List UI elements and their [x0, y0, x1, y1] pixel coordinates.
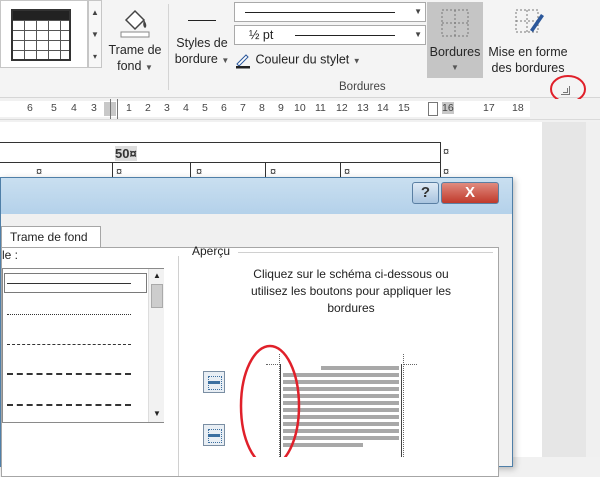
- ruler-label: 1: [126, 102, 132, 114]
- top-border-button[interactable]: [203, 371, 225, 393]
- gallery-more-icon[interactable]: ▾: [93, 52, 97, 61]
- borders-button[interactable]: Bordures ▼: [427, 2, 483, 78]
- tab-shading[interactable]: Trame de fond: [1, 226, 101, 248]
- gallery-scrollbar[interactable]: ▲ ▼ ▾: [88, 0, 102, 68]
- end-of-row-mark: ¤: [443, 146, 450, 158]
- table-style-preview[interactable]: [11, 9, 71, 61]
- table-border-top: [0, 142, 440, 143]
- preview-guide: [403, 354, 404, 457]
- border-style-line-icon: [188, 20, 216, 21]
- chevron-down-icon: ▼: [451, 63, 459, 72]
- style-dash-dot[interactable]: [7, 404, 131, 406]
- style-dotted[interactable]: [7, 314, 131, 315]
- horizontal-ruler[interactable]: 6 5 4 3 1 2 3 4 5 6 7 8 9 10 11 12 13 14…: [0, 99, 600, 120]
- ruler-label: 10: [294, 102, 306, 114]
- line-style-combo[interactable]: ▼: [234, 2, 426, 22]
- chevron-down-icon: ▼: [352, 56, 361, 66]
- instruction-line2: utilisez les boutons pour appliquer les: [250, 284, 452, 298]
- borders-label: Bordures: [429, 45, 481, 59]
- scroll-up-icon[interactable]: ▲: [153, 271, 161, 280]
- ruler-label: 2: [145, 102, 151, 114]
- ruler-label: 3: [164, 102, 170, 114]
- scroll-down-icon[interactable]: ▼: [153, 409, 161, 418]
- ruler-label: 9: [278, 102, 284, 114]
- painter-label-line1: Mise en forme: [488, 45, 568, 59]
- panel-divider: [178, 256, 179, 476]
- shading-button[interactable]: Trame de fond ▼: [106, 4, 164, 76]
- right-indent-icon[interactable]: [428, 102, 438, 116]
- border-styles-label-line1: Styles de: [176, 36, 228, 50]
- pen-weight-combo[interactable]: ½ pt ▼: [234, 25, 426, 45]
- style-dashed-small[interactable]: [7, 344, 131, 345]
- ruler-label: 12: [336, 102, 348, 114]
- close-button[interactable]: X: [441, 182, 499, 204]
- preview-text-line: [321, 366, 399, 370]
- ruler-label: 3: [91, 102, 97, 114]
- help-button[interactable]: ?: [412, 182, 439, 204]
- ruler-label: 13: [357, 102, 369, 114]
- preview-label: Aperçu: [192, 244, 231, 258]
- scroll-down-icon[interactable]: ▼: [91, 30, 99, 39]
- ruler-label: 15: [398, 102, 410, 114]
- ruler-label: 6: [221, 102, 227, 114]
- ruler-label: 11: [315, 102, 326, 114]
- annotation-ellipse-icon: [239, 344, 301, 457]
- ribbon: ▲ ▼ ▾ Trame de fond ▼ Styles de bordure …: [0, 0, 600, 103]
- table-styles-gallery[interactable]: [0, 0, 88, 68]
- table-border-row: [0, 162, 440, 163]
- instruction-line1: Cliquez sur le schéma ci-dessous ou: [253, 267, 449, 281]
- chevron-down-icon: ▼: [221, 56, 230, 65]
- borders-group-label: Bordures: [339, 81, 386, 93]
- scroll-up-icon[interactable]: ▲: [91, 8, 99, 17]
- preview-divider: [238, 252, 493, 253]
- pen-weight-value: ½ pt: [249, 28, 274, 42]
- style-dashed[interactable]: [7, 373, 131, 375]
- listbox-scrollbar[interactable]: ▲ ▼: [148, 269, 164, 422]
- chevron-down-icon: ▼: [144, 63, 153, 72]
- ruler-label: 6: [27, 102, 33, 114]
- preview-guide: [403, 364, 417, 365]
- paint-bucket-icon: [120, 9, 150, 38]
- borders-icon: [441, 9, 469, 37]
- group-separator: [168, 4, 169, 90]
- ruler-label: 18: [512, 102, 524, 114]
- pen-color-button[interactable]: Couleur du stylet ▼: [234, 51, 361, 71]
- table-border-right: [440, 142, 441, 182]
- shading-label-line2: fond: [117, 59, 142, 73]
- instruction-line3: bordures: [327, 301, 375, 315]
- ruler-label: 17: [483, 102, 495, 114]
- chevron-down-icon[interactable]: ▼: [414, 7, 422, 16]
- border-painter-icon: [515, 9, 544, 33]
- chevron-down-icon[interactable]: ▼: [414, 30, 422, 39]
- ruler-label: 5: [51, 102, 57, 114]
- line-style-sample: [245, 12, 395, 13]
- ruler-label: 8: [259, 102, 265, 114]
- ruler-label: 14: [377, 102, 389, 114]
- preview-instructions: Cliquez sur le schéma ci-dessous ou util…: [216, 266, 486, 317]
- table-cell-value[interactable]: 50¤: [115, 146, 137, 161]
- hanging-indent-icon[interactable]: [110, 99, 118, 119]
- style-solid[interactable]: [7, 283, 131, 284]
- pen-icon: [236, 54, 250, 69]
- ruler-label: 16: [442, 102, 454, 114]
- pen-weight-sample: [295, 35, 395, 36]
- border-painter-button[interactable]: Mise en forme des bordures: [484, 4, 572, 76]
- pen-color-label: Couleur du stylet: [255, 52, 350, 67]
- tab-shading-label: Trame de fond: [10, 230, 88, 244]
- ruler-label: 5: [202, 102, 208, 114]
- dialog-title-bar[interactable]: ? X: [1, 178, 512, 214]
- shading-label-line1: Trame de: [108, 43, 162, 57]
- ruler-label: 4: [71, 102, 77, 114]
- inside-horizontal-border-button[interactable]: [203, 424, 225, 446]
- style-label: le :: [2, 248, 19, 262]
- vertical-scrollbar[interactable]: [586, 122, 600, 457]
- scroll-thumb[interactable]: [151, 284, 163, 308]
- ruler-label: 7: [240, 102, 246, 114]
- ruler-label: 4: [183, 102, 189, 114]
- border-style-listbox[interactable]: ▲ ▼: [2, 268, 164, 423]
- border-styles-button[interactable]: Styles de bordure ▼: [172, 14, 232, 69]
- border-styles-label-line2: bordure: [174, 52, 218, 66]
